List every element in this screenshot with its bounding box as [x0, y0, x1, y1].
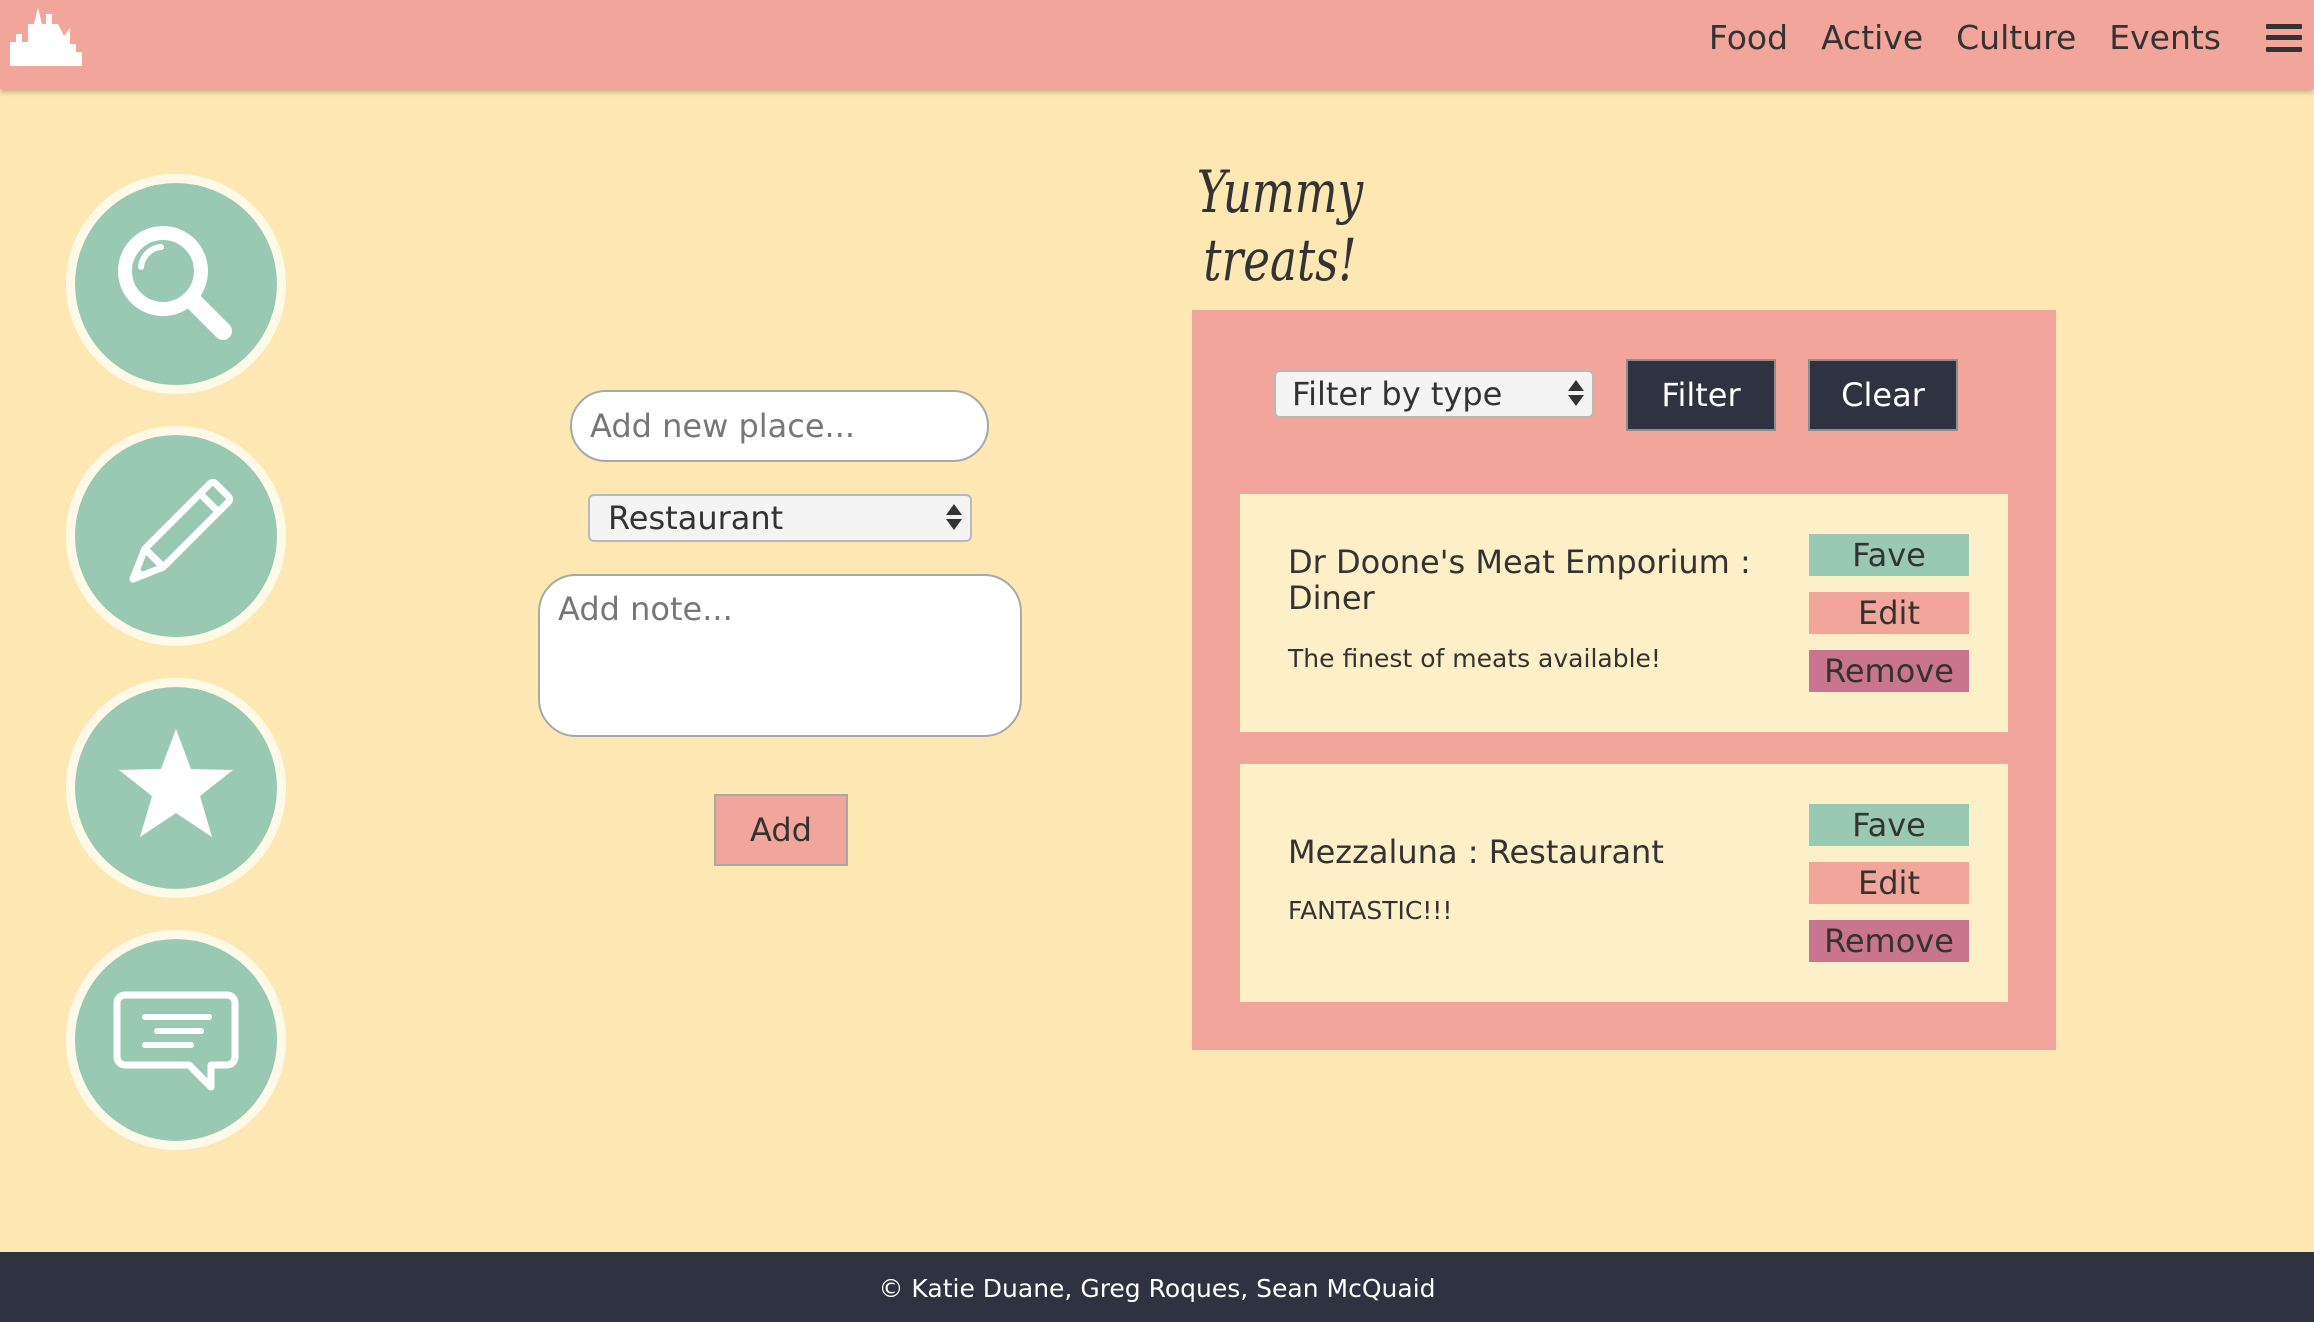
places-panel: Filter by type Filter Clear Dr Doone's M…: [1192, 310, 2056, 1050]
city-logo-icon[interactable]: [10, 2, 90, 66]
select-arrows-icon: [1568, 380, 1584, 406]
footer: © Katie Duane, Greg Roques, Sean McQuaid: [0, 1252, 2314, 1322]
filter-type-select[interactable]: Filter by type: [1274, 370, 1594, 418]
comments-button[interactable]: [66, 930, 286, 1150]
edit-button[interactable]: [66, 426, 286, 646]
place-type-select[interactable]: Restaurant: [588, 494, 972, 542]
nav-food[interactable]: Food: [1709, 18, 1788, 57]
select-arrows-icon: [946, 504, 962, 530]
place-type-value: Restaurant: [608, 499, 784, 537]
filter-type-value: Filter by type: [1292, 375, 1503, 413]
place-card: Dr Doone's Meat Emporium : Diner The fin…: [1240, 494, 2008, 732]
place-title: Mezzaluna : Restaurant: [1288, 833, 1664, 871]
place-note: FANTASTIC!!!: [1288, 896, 1453, 925]
note-field[interactable]: [538, 574, 1022, 737]
place-card: Mezzaluna : Restaurant FANTASTIC!!! Fave…: [1240, 764, 2008, 1002]
top-navbar: Food Active Culture Events: [0, 0, 2314, 89]
pencil-icon: [129, 479, 233, 583]
clear-button[interactable]: Clear: [1808, 359, 1958, 431]
nav-active[interactable]: Active: [1821, 18, 1923, 57]
hamburger-menu-icon[interactable]: [2266, 23, 2302, 52]
page-title: Yummy treats!: [1196, 158, 1364, 294]
nav-culture[interactable]: Culture: [1956, 18, 2076, 57]
filter-button[interactable]: Filter: [1626, 359, 1776, 431]
main-nav: Food Active Culture Events: [1676, 0, 2314, 75]
fave-button[interactable]: Fave: [1809, 534, 1969, 576]
star-icon: [119, 729, 233, 837]
remove-button[interactable]: Remove: [1809, 920, 1969, 962]
comment-icon: [113, 991, 239, 1091]
favorites-button[interactable]: [66, 678, 286, 898]
new-place-input[interactable]: [570, 390, 989, 462]
edit-place-button[interactable]: Edit: [1809, 592, 1969, 634]
fave-button[interactable]: Fave: [1809, 804, 1969, 846]
search-button[interactable]: [66, 174, 286, 394]
place-note: The finest of meats available!: [1288, 644, 1661, 673]
search-icon: [118, 226, 232, 340]
edit-place-button[interactable]: Edit: [1809, 862, 1969, 904]
footer-credits: © Katie Duane, Greg Roques, Sean McQuaid: [878, 1274, 1436, 1303]
place-title: Dr Doone's Meat Emporium : Diner: [1288, 543, 1751, 617]
add-button[interactable]: Add: [714, 794, 848, 866]
remove-button[interactable]: Remove: [1809, 650, 1969, 692]
nav-events[interactable]: Events: [2109, 18, 2221, 57]
